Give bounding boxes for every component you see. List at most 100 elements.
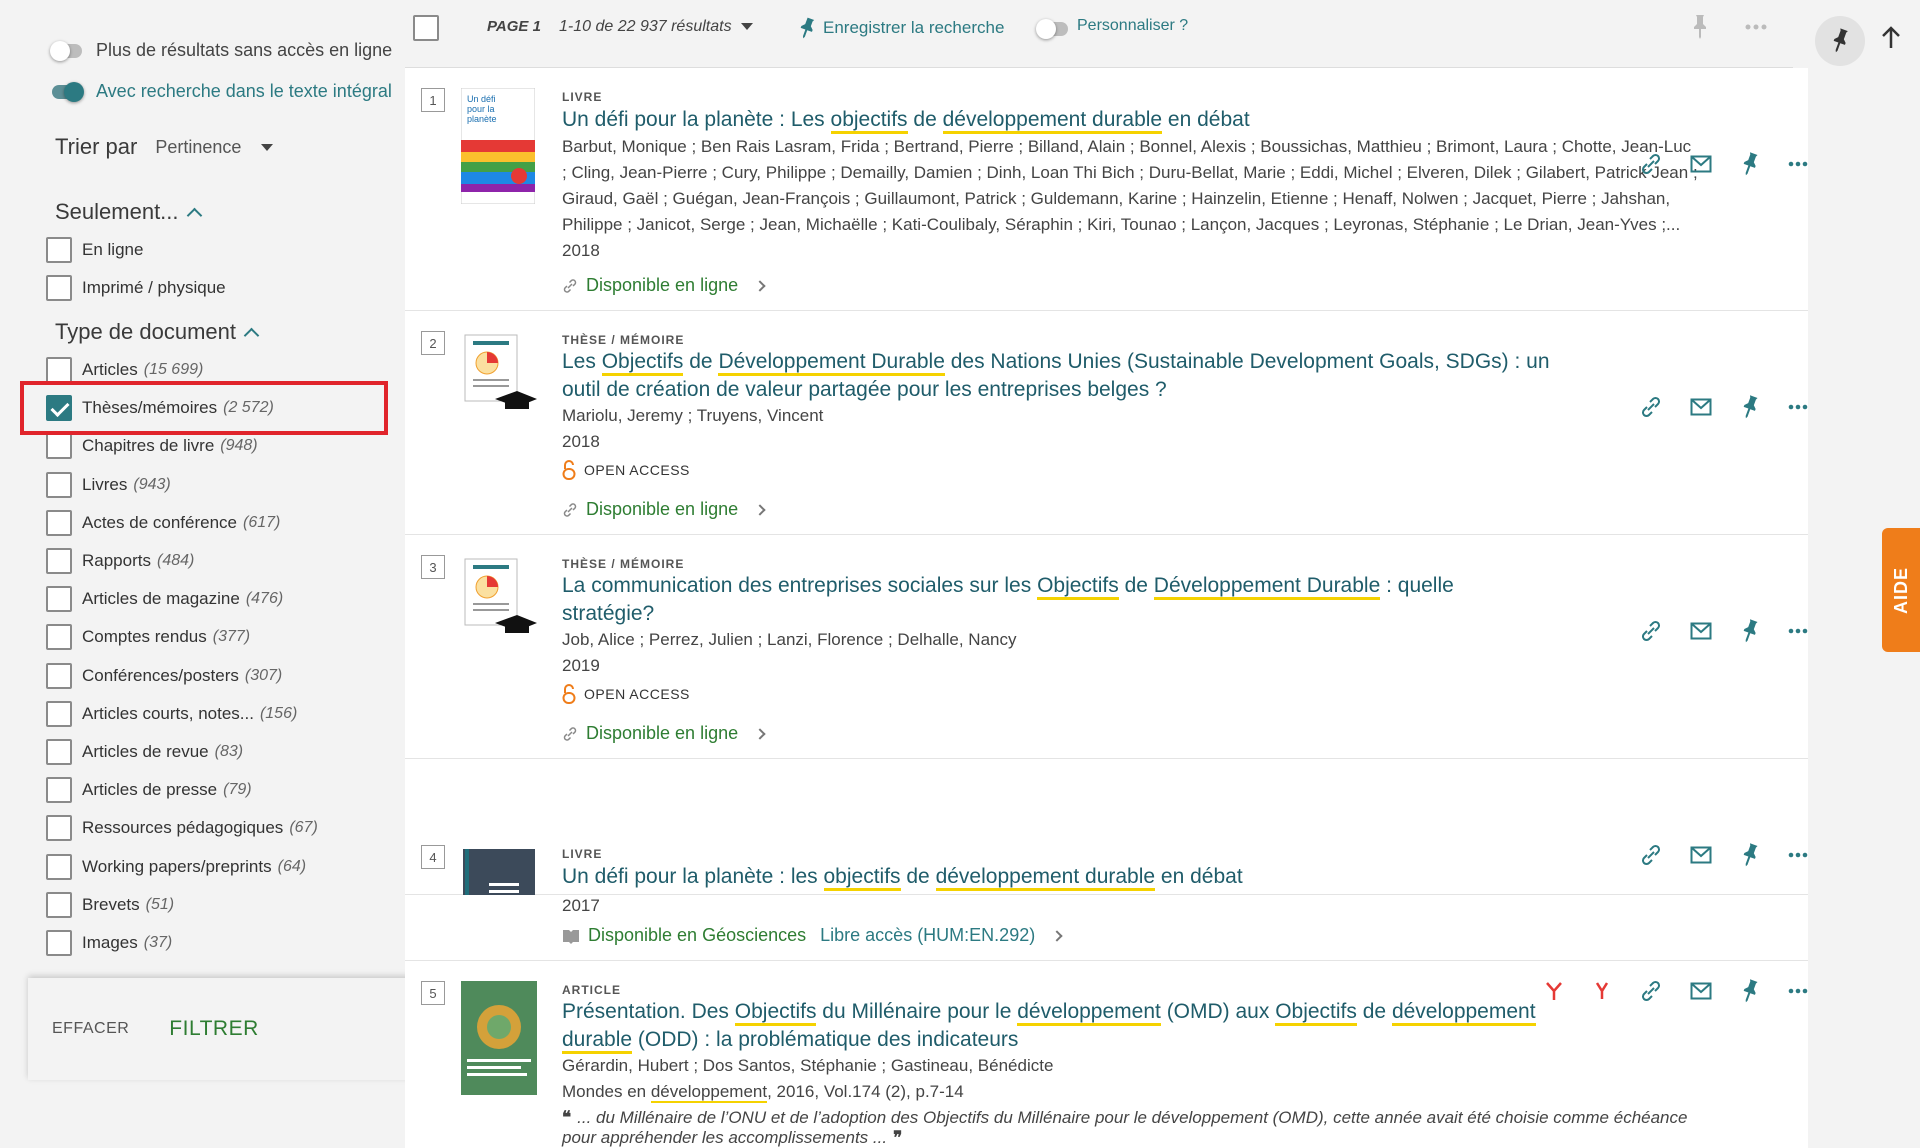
results-range[interactable]: 1-10 de 22 937 résultats	[559, 18, 732, 36]
personalize-toggle[interactable]	[1036, 19, 1068, 39]
help-tab[interactable]: AIDE	[1882, 528, 1920, 652]
chevron-up-icon[interactable]	[186, 207, 202, 223]
arrow-up-icon[interactable]	[1880, 26, 1902, 50]
facet-doctype-item[interactable]: Livres (943)	[46, 471, 171, 499]
result-title[interactable]: La communication des entreprises sociale…	[562, 572, 1622, 628]
checkbox[interactable]	[46, 275, 72, 301]
clear-button[interactable]: EFFACER	[52, 1020, 129, 1038]
pin-icon[interactable]	[1740, 619, 1760, 643]
more-options-icon[interactable]	[1788, 404, 1808, 410]
sort-control[interactable]: Trier par Pertinence	[55, 134, 274, 160]
more-options-icon[interactable]	[1788, 628, 1808, 634]
pinned-items-button[interactable]	[1815, 16, 1865, 66]
toggle-switch[interactable]	[52, 81, 84, 102]
permalink-icon[interactable]	[1640, 980, 1662, 1002]
availability-link[interactable]: Disponible en ligne	[562, 275, 766, 296]
range-dropdown-caret-icon[interactable]	[741, 23, 753, 30]
availability-link[interactable]: Disponible en ligne	[562, 723, 766, 744]
facet-doctype-item[interactable]: Actes de conférence (617)	[46, 509, 280, 537]
facet-doctype-item[interactable]: Comptes rendus (377)	[46, 623, 250, 651]
more-options-icon[interactable]	[1788, 988, 1808, 994]
pin-icon[interactable]	[1740, 843, 1760, 867]
more-options-icon[interactable]	[1745, 24, 1767, 30]
result-title[interactable]: Un défi pour la planète : Les objectifs …	[562, 106, 1562, 134]
facet-doctype-item[interactable]: Articles de magazine (476)	[46, 585, 283, 613]
result-title[interactable]: Présentation. Des Objectifs du Millénair…	[562, 998, 1622, 1054]
toggle-fulltext-search[interactable]: Avec recherche dans le texte intégral	[52, 81, 392, 102]
doctype-section-header[interactable]: Type de document	[55, 319, 260, 345]
facet-count: (943)	[133, 475, 171, 493]
facet-doctype-item[interactable]: Conférences/posters (307)	[46, 662, 282, 690]
email-icon[interactable]	[1690, 622, 1712, 640]
checkbox[interactable]	[46, 509, 72, 536]
facet-doctype-item[interactable]: Articles (15 699)	[46, 356, 203, 384]
facet-doctype-item[interactable]: Rapports (484)	[46, 547, 194, 575]
checkbox[interactable]	[46, 700, 72, 727]
journal-cover-thumbnail[interactable]	[461, 981, 537, 1095]
result-item[interactable]: 4 LIVRE Un défi pour la planète : les ob…	[405, 759, 1808, 946]
checkbox[interactable]	[46, 853, 72, 880]
email-icon[interactable]	[1690, 155, 1712, 173]
email-icon[interactable]	[1690, 982, 1712, 1000]
result-item[interactable]: 2 THÈSE / MÉMOIRE Les Objectifs de Dével…	[405, 311, 1808, 535]
checkbox[interactable]	[46, 237, 72, 263]
permalink-icon[interactable]	[1640, 153, 1662, 175]
cited-by-icon[interactable]	[1544, 981, 1564, 1001]
email-icon[interactable]	[1690, 398, 1712, 416]
facet-count: (83)	[214, 743, 244, 760]
result-title[interactable]: Les Objectifs de Développement Durable d…	[562, 348, 1622, 404]
facet-doctype-item[interactable]: Articles courts, notes... (156)	[46, 700, 297, 728]
pin-icon[interactable]	[1740, 152, 1760, 176]
permalink-icon[interactable]	[1640, 396, 1662, 418]
checkbox[interactable]	[46, 357, 72, 383]
facet-doctype-item[interactable]: Articles de presse (79)	[46, 776, 252, 804]
book-cover-thumbnail[interactable]: Un défi pour la planète	[461, 88, 535, 204]
facet-doctype-item[interactable]: Ressources pédagogiques (67)	[46, 814, 318, 842]
personalize-link[interactable]: Personnaliser ?	[1077, 17, 1188, 35]
more-options-icon[interactable]	[1788, 161, 1808, 167]
only-section-header[interactable]: Seulement...	[55, 199, 202, 225]
citing-icon[interactable]	[1592, 981, 1612, 1001]
facet-doctype-item[interactable]: Images (37)	[46, 929, 172, 957]
checkbox[interactable]	[46, 815, 72, 842]
facet-doctype-item[interactable]: Articles de revue (83)	[46, 738, 243, 766]
availability-link[interactable]: Disponible en Géosciences Libre accès (H…	[562, 925, 1063, 946]
chevron-up-icon[interactable]	[243, 327, 260, 343]
email-icon[interactable]	[1690, 846, 1712, 864]
checkbox[interactable]	[46, 433, 72, 460]
facet-doctype-item[interactable]: Brevets (51)	[46, 891, 174, 919]
checkbox[interactable]	[46, 891, 72, 918]
title-highlight: développement	[1391, 1000, 1536, 1026]
checkbox[interactable]	[46, 624, 72, 651]
checkbox[interactable]	[46, 662, 72, 689]
checkbox[interactable]	[46, 930, 72, 956]
result-title[interactable]: Un défi pour la planète : les objectifs …	[562, 863, 1562, 891]
pin-icon[interactable]	[1690, 14, 1710, 40]
permalink-icon[interactable]	[1640, 620, 1662, 642]
dropdown-caret-icon[interactable]	[261, 143, 274, 151]
permalink-icon[interactable]	[1640, 844, 1662, 866]
facet-doctype-item[interactable]: Working papers/preprints (64)	[46, 853, 306, 881]
select-all-checkbox[interactable]	[413, 15, 439, 41]
facet-doctype-item[interactable]: Chapitres de livre (948)	[46, 432, 258, 460]
toggle-switch[interactable]	[50, 40, 82, 61]
result-item[interactable]: 3 THÈSE / MÉMOIRE La communication des e…	[405, 535, 1808, 759]
thesis-thumbnail[interactable]	[461, 333, 537, 413]
checkbox[interactable]	[46, 739, 72, 765]
result-item[interactable]: 1 Un défi pour la planète LIVRE Un défi …	[405, 68, 1808, 311]
facet-print[interactable]: Imprimé / physique	[46, 274, 226, 302]
checkbox[interactable]	[46, 777, 72, 804]
pin-icon[interactable]	[1740, 979, 1760, 1003]
checkbox[interactable]	[46, 586, 72, 613]
checkbox[interactable]	[46, 548, 72, 574]
thesis-thumbnail[interactable]	[461, 557, 537, 637]
filter-button[interactable]: FILTRER	[169, 1017, 258, 1041]
availability-link[interactable]: Disponible en ligne	[562, 499, 766, 520]
more-options-icon[interactable]	[1788, 852, 1808, 858]
facet-online[interactable]: En ligne	[46, 236, 143, 264]
checkbox[interactable]	[46, 471, 72, 498]
save-search-button[interactable]: Enregistrer la recherche	[797, 17, 1004, 39]
sort-value[interactable]: Pertinence	[155, 137, 241, 158]
toggle-more-results[interactable]: Plus de résultats sans accès en ligne	[50, 40, 392, 61]
pin-icon[interactable]	[1740, 395, 1760, 419]
